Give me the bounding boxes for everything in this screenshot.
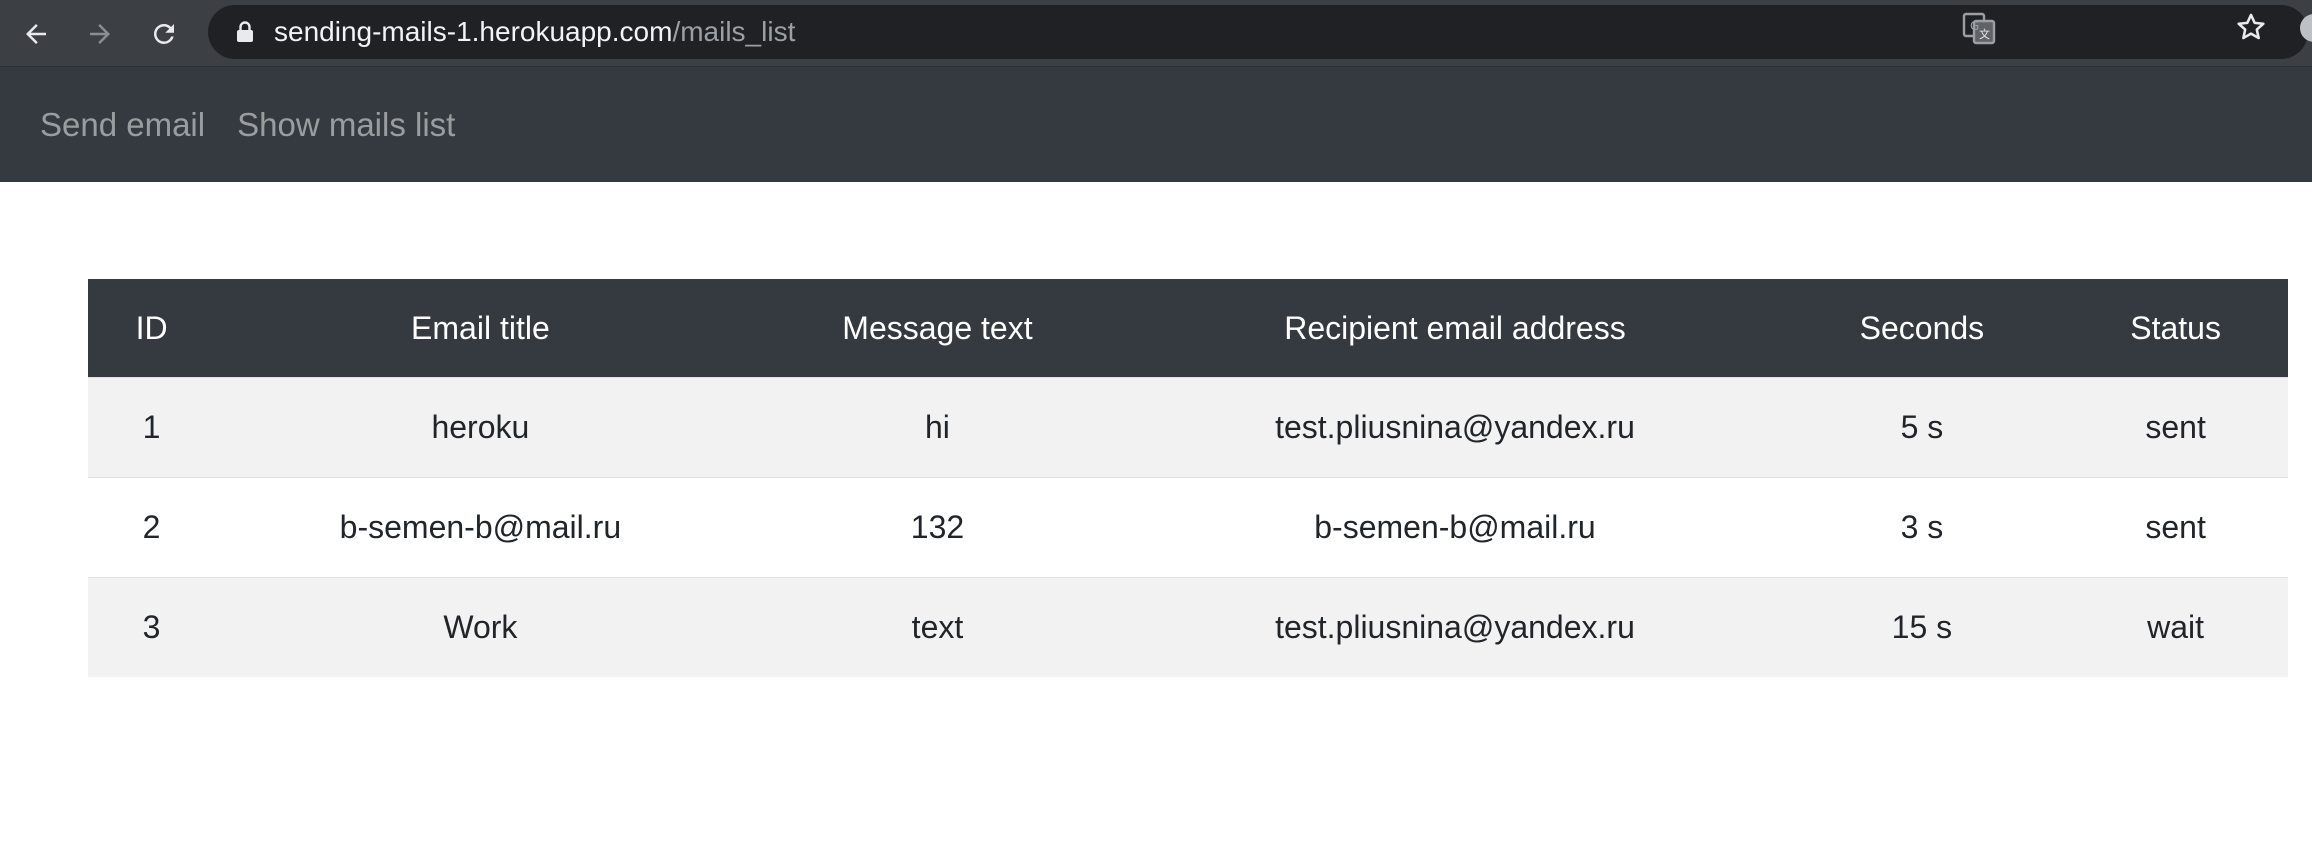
cell-id: 1 — [88, 377, 216, 478]
column-header-recipient: Recipient email address — [1129, 279, 1781, 378]
cell-recipient: b-semen-b@mail.ru — [1129, 477, 1781, 578]
column-header-seconds: Seconds — [1780, 279, 2064, 378]
cell-id: 2 — [88, 477, 216, 578]
cell-status: wait — [2063, 577, 2288, 677]
table-row: 1 heroku hi test.pliusnina@yandex.ru 5 s… — [88, 377, 2288, 478]
svg-text:G: G — [1970, 19, 1979, 33]
url-path: /mails_list — [672, 16, 796, 47]
cell-seconds: 3 s — [1780, 477, 2064, 578]
browser-toolbar: sending-mails-1.herokuapp.com/mails_list… — [0, 0, 2312, 67]
table-header-row: ID Email title Message text Recipient em… — [88, 279, 2288, 378]
cell-message-text: 132 — [745, 477, 1130, 578]
cell-recipient: test.pliusnina@yandex.ru — [1129, 577, 1781, 677]
table-row: 3 Work text test.pliusnina@yandex.ru 15 … — [88, 577, 2288, 677]
forward-arrow-icon[interactable] — [78, 12, 122, 56]
svg-text:文: 文 — [1979, 27, 1990, 41]
cell-status: sent — [2063, 477, 2288, 578]
show-mails-list-link[interactable]: Show mails list — [237, 106, 455, 144]
cell-seconds: 5 s — [1780, 377, 2064, 478]
url-text: sending-mails-1.herokuapp.com/mails_list — [274, 16, 795, 48]
back-arrow-icon[interactable] — [14, 12, 58, 56]
send-email-link[interactable]: Send email — [40, 106, 205, 144]
url-host: sending-mails-1.herokuapp.com — [274, 16, 673, 47]
column-header-id: ID — [88, 279, 216, 378]
mails-table: ID Email title Message text Recipient em… — [88, 279, 2288, 677]
cell-seconds: 15 s — [1780, 577, 2064, 677]
reload-icon[interactable] — [142, 12, 186, 56]
cell-recipient: test.pliusnina@yandex.ru — [1129, 377, 1781, 478]
cell-email-title: b-semen-b@mail.ru — [215, 477, 746, 578]
star-icon[interactable] — [2234, 10, 2268, 44]
column-header-message-text: Message text — [745, 279, 1130, 378]
table-row: 2 b-semen-b@mail.ru 132 b-semen-b@mail.r… — [88, 477, 2288, 578]
app-navbar: Send email Show mails list — [0, 67, 2312, 182]
translate-icon[interactable]: G文 — [1962, 11, 1996, 45]
cell-message-text: hi — [745, 377, 1130, 478]
cell-message-text: text — [745, 577, 1130, 677]
cell-email-title: Work — [215, 577, 746, 677]
main-content: ID Email title Message text Recipient em… — [0, 182, 2312, 677]
cell-id: 3 — [88, 577, 216, 677]
cell-status: sent — [2063, 377, 2288, 478]
lock-icon — [234, 21, 256, 43]
cell-email-title: heroku — [215, 377, 746, 478]
column-header-status: Status — [2063, 279, 2288, 378]
column-header-email-title: Email title — [215, 279, 746, 378]
